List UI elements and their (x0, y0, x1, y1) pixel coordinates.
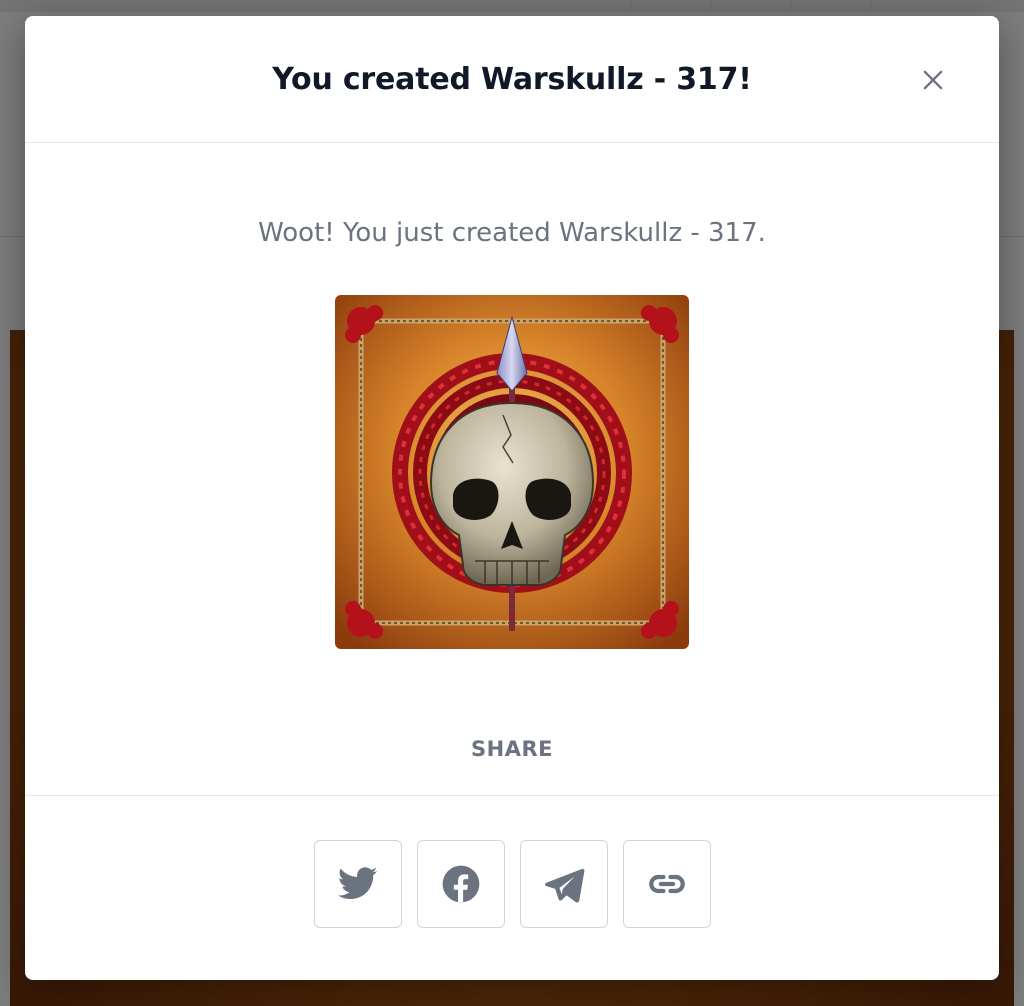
share-facebook-button[interactable] (416, 840, 505, 928)
close-icon (923, 70, 943, 90)
share-telegram-button[interactable] (519, 840, 608, 928)
creation-success-modal: You created Warskullz - 317! Woot! You j… (25, 16, 999, 980)
modal-header: You created Warskullz - 317! (25, 16, 999, 143)
link-icon (648, 874, 685, 894)
nft-artwork-image (335, 295, 689, 649)
creation-message: Woot! You just created Warskullz - 317. (258, 218, 766, 248)
share-buttons (25, 840, 999, 928)
facebook-icon (442, 865, 479, 903)
share-divider (25, 795, 999, 796)
telegram-icon (544, 868, 584, 903)
copy-link-button[interactable] (622, 840, 711, 928)
twitter-icon (337, 867, 377, 900)
share-twitter-button[interactable] (313, 840, 402, 928)
share-label: SHARE (471, 737, 553, 761)
close-button[interactable] (919, 66, 947, 94)
modal-title: You created Warskullz - 317! (272, 61, 752, 97)
modal-body: Woot! You just created Warskullz - 317. (25, 218, 999, 761)
